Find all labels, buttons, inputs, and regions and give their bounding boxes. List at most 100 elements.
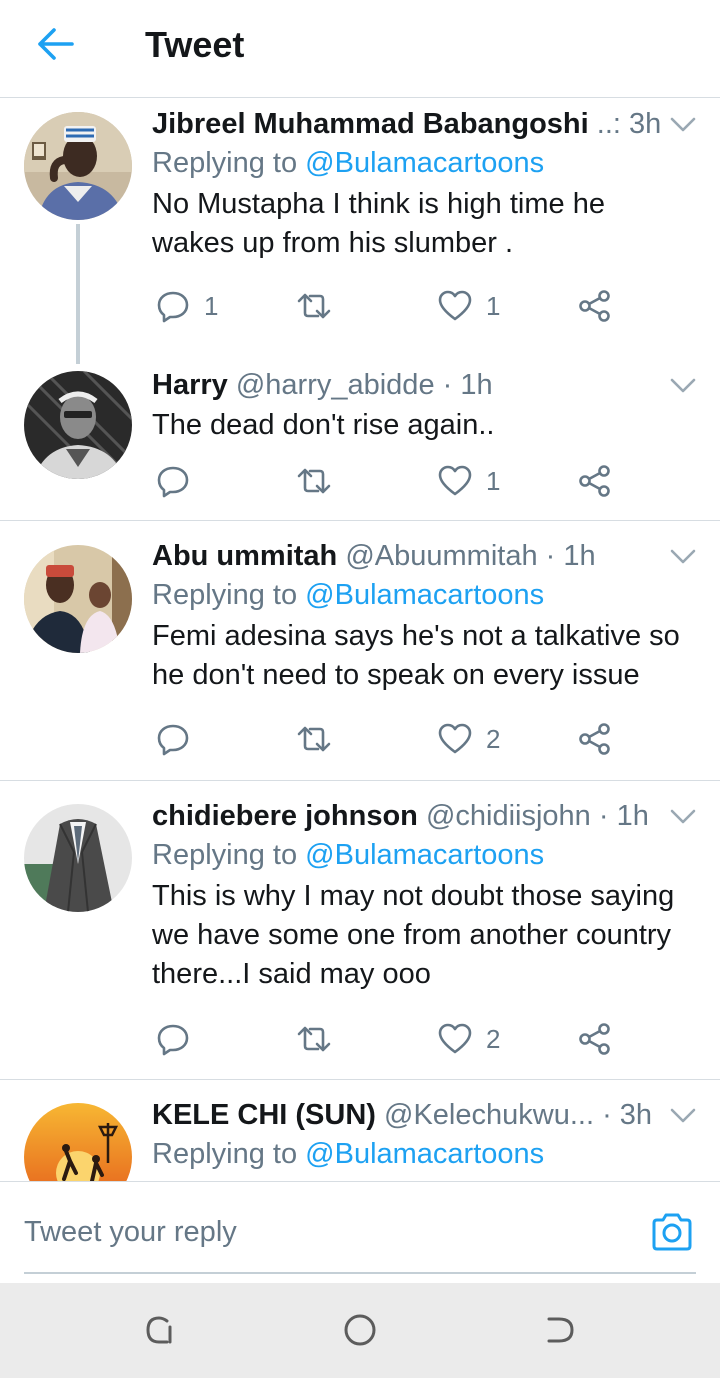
author-handle[interactable]: @harry_abidde [236, 369, 435, 401]
author-handle[interactable]: ..: [597, 108, 621, 140]
reply-icon [157, 291, 189, 323]
tweet-item[interactable]: Harry @harry_abidde · 1h The dead don't … [0, 359, 720, 519]
reply-button[interactable] [156, 461, 190, 501]
like-button[interactable]: 1 [438, 461, 500, 501]
chevron-down-icon[interactable] [669, 372, 697, 398]
tweet-text: Femi adesina says he's not a talkative s… [152, 620, 680, 691]
chevron-down-icon[interactable] [669, 111, 697, 137]
share-icon [579, 290, 610, 322]
tweet-item[interactable]: Abu ummitah @Abuummitah · 1h Replying to… [0, 521, 720, 780]
share-icon [579, 1023, 610, 1055]
author-name[interactable]: Abu ummitah [152, 540, 337, 572]
reply-button[interactable] [156, 719, 190, 759]
heart-icon [438, 1023, 472, 1054]
tweet-actions: 2 [152, 719, 672, 759]
retweet-button[interactable] [296, 1019, 332, 1059]
retweet-button[interactable] [296, 286, 332, 326]
reply-composer: Tweet your reply [0, 1181, 720, 1283]
back-button[interactable] [36, 26, 76, 62]
thread-line [76, 224, 80, 364]
mention-link[interactable]: @Bulamacartoons [305, 1138, 544, 1170]
camera-button[interactable] [650, 1212, 694, 1252]
avatar[interactable] [24, 545, 132, 653]
like-count: 1 [486, 290, 501, 321]
share-button[interactable] [578, 1019, 612, 1059]
author-name[interactable]: Harry [152, 369, 228, 401]
tweet-header: chidiebere johnson @chidiisjohn · 1h [152, 797, 697, 835]
avatar[interactable] [24, 1103, 132, 1181]
reply-input[interactable]: Tweet your reply [24, 1216, 237, 1249]
replies-feed[interactable]: Jibreel Muhammad Babangoshi ..: 3h Reply… [0, 99, 720, 1181]
share-button[interactable] [578, 286, 612, 326]
tweet-item[interactable]: Jibreel Muhammad Babangoshi ..: 3h Reply… [0, 99, 720, 364]
retweet-button[interactable] [296, 719, 332, 759]
author-name[interactable]: chidiebere johnson [152, 800, 418, 832]
tweet-actions: 1 1 [152, 286, 672, 326]
retweet-icon [297, 726, 331, 752]
chevron-down-icon[interactable] [669, 543, 697, 569]
like-button[interactable]: 2 [438, 719, 500, 759]
author-handle[interactable]: @chidiisjohn [426, 800, 591, 832]
tweet-item[interactable]: chidiebere johnson @chidiisjohn · 1h Rep… [0, 781, 720, 1079]
tweet-time: 3h [619, 1099, 653, 1131]
mention-link[interactable]: @Bulamacartoons [305, 147, 544, 179]
replying-to: Replying to @Bulamacartoons [152, 579, 545, 611]
home-button[interactable] [343, 1313, 377, 1347]
tweet-time: 3h [629, 108, 662, 140]
reply-count: 1 [204, 290, 219, 321]
author-name[interactable]: KELE CHI (SUN) [152, 1099, 376, 1131]
like-count: 2 [486, 1023, 501, 1054]
share-icon [579, 465, 610, 497]
page-title: Tweet [145, 24, 245, 65]
replying-to: Replying to @Bulamacartoons [152, 839, 545, 871]
tweet-text: This is why I may not doubt those saying… [152, 880, 675, 990]
heart-icon [438, 465, 472, 496]
author-handle[interactable]: @Abuummitah [345, 540, 537, 572]
retweet-icon [297, 1026, 331, 1052]
retweet-button[interactable] [296, 461, 332, 501]
tweet-header: Jibreel Muhammad Babangoshi ..: 3h [152, 105, 697, 143]
home-icon [344, 1314, 376, 1346]
arrow-left-icon [38, 28, 74, 60]
input-underline [24, 1272, 696, 1274]
reply-icon [157, 1024, 189, 1056]
back-icon [547, 1317, 574, 1343]
share-icon [579, 723, 610, 755]
reply-button[interactable]: 1 [156, 286, 218, 326]
tweet-time: 1h [460, 369, 493, 401]
tweet-actions: 2 [152, 1019, 672, 1059]
mention-link[interactable]: @Bulamacartoons [305, 839, 544, 871]
chevron-down-icon[interactable] [669, 1102, 697, 1128]
reply-icon [157, 466, 189, 498]
top-bar: Tweet [0, 0, 720, 98]
replying-to: Replying to @Bulamacartoons [152, 1138, 545, 1170]
avatar[interactable] [24, 112, 132, 220]
avatar[interactable] [24, 804, 132, 912]
replying-to: Replying to @Bulamacartoons [152, 147, 545, 179]
camera-icon [652, 1213, 692, 1251]
reply-icon [157, 724, 189, 756]
like-button[interactable]: 1 [438, 286, 500, 326]
heart-icon [438, 723, 472, 754]
heart-icon [438, 290, 472, 321]
avatar[interactable] [24, 371, 132, 479]
mention-link[interactable]: @Bulamacartoons [305, 579, 544, 611]
author-handle[interactable]: @Kelechukwu... [384, 1099, 594, 1131]
back-nav-button[interactable] [543, 1313, 577, 1347]
tweet-text: No Mustapha I think is high time he wake… [152, 188, 605, 259]
like-count: 1 [486, 465, 501, 496]
author-name[interactable]: Jibreel Muhammad Babangoshi [152, 108, 589, 140]
like-button[interactable]: 2 [438, 1019, 500, 1059]
reply-button[interactable] [156, 1019, 190, 1059]
share-button[interactable] [578, 461, 612, 501]
chevron-down-icon[interactable] [669, 803, 697, 829]
tweet-time: 1h [563, 540, 596, 572]
recent-apps-icon [146, 1316, 172, 1344]
recent-apps-button[interactable] [143, 1313, 177, 1347]
tweet-item[interactable]: KELE CHI (SUN) @Kelechukwu... · 3h Reply… [0, 1080, 720, 1181]
retweet-icon [297, 293, 331, 319]
retweet-icon [297, 468, 331, 494]
tweet-header: KELE CHI (SUN) @Kelechukwu... · 3h [152, 1096, 697, 1134]
share-button[interactable] [578, 719, 612, 759]
system-nav-bar [0, 1283, 720, 1378]
